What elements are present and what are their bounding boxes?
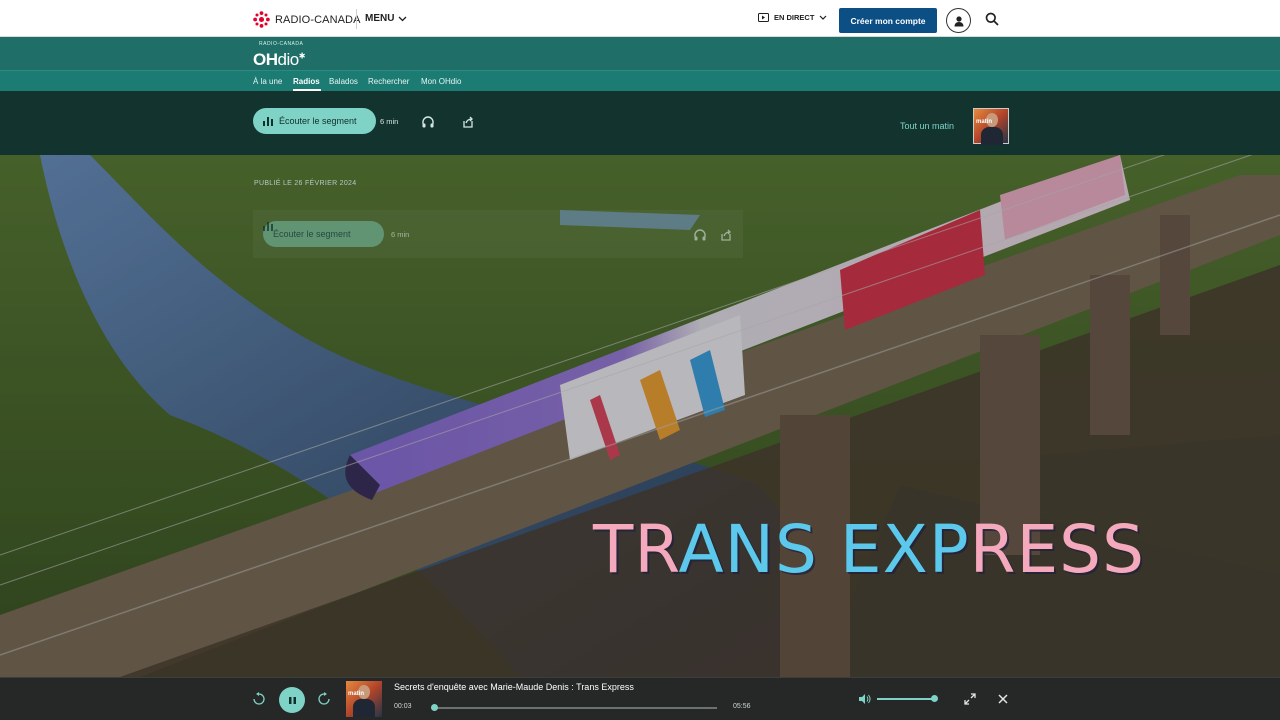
rewind-15-icon[interactable] [252,692,266,706]
segment-duration: 6 min [380,117,399,126]
total-time: 05:56 [733,703,751,710]
top-bar: RADIO-CANADA MENU EN DIRECT Créer mon co… [0,0,1280,37]
show-thumbnail[interactable]: matin [973,108,1009,145]
ohdio-wordmark-bold: OH [253,49,278,69]
volume-handle[interactable] [930,695,938,702]
audio-player: matin Secrets d'enquête avec Marie-Maude… [0,677,1280,720]
player-title: Secrets d'enquête avec Marie-Maude Denis… [394,682,634,692]
audio-bars-icon [263,222,273,231]
nav-item-radios[interactable]: Radios [293,77,320,86]
title-part-3: EXP [839,511,970,588]
ohdio-wordmark: OHdio✱ [253,49,305,69]
listen-segment-button[interactable]: Écouter le segment [253,108,376,134]
search-icon[interactable] [985,12,999,26]
brand-label: RADIO-CANADA [275,13,361,26]
account-button[interactable] [946,8,971,33]
ohdio-wordmark-light: dio [277,49,300,69]
live-tv-icon [758,13,769,22]
ohdio-logo[interactable]: RADIO-CANADA OHdio✱ [253,41,305,70]
volume-slider[interactable] [877,698,937,700]
live-label: EN DIRECT [774,13,815,22]
title-part-2: ANS [678,511,818,588]
host-body [981,127,1003,145]
headphones-icon[interactable] [421,115,435,129]
volume-icon[interactable] [858,693,871,705]
forward-15-icon[interactable] [317,692,331,706]
show-link[interactable]: Tout un matin [900,121,954,131]
chevron-down-icon [398,16,407,21]
segment-bar: Écouter le segment 6 min Tout un matin m… [0,91,1280,155]
progress-bar[interactable] [432,707,717,709]
menu-button[interactable]: MENU [365,13,407,24]
headphones-icon[interactable] [693,228,707,242]
listen-segment-button-secondary[interactable]: Écouter le segment [263,221,384,247]
listen-label-secondary: Écouter le segment [273,229,351,239]
pause-icon [288,696,296,704]
pause-button[interactable] [279,687,305,713]
share-icon[interactable] [461,115,475,129]
progress-handle[interactable] [431,704,439,711]
player-thumb-text: matin [348,691,365,697]
nav-item-rechercher[interactable]: Rechercher [368,77,409,86]
user-icon [954,15,963,26]
expand-icon[interactable] [964,693,976,705]
chevron-down-icon [819,15,827,20]
audio-bars-icon [263,117,273,126]
listen-label: Écouter le segment [279,116,357,126]
thumb-text: matin [976,119,993,125]
ohdio-header: RADIO-CANADA OHdio✱ [0,37,1280,70]
trans-express-title: TRANS EXPRESS [593,510,1145,590]
close-icon[interactable] [997,693,1009,705]
nav-item-balados[interactable]: Balados [329,77,358,86]
live-dropdown[interactable]: EN DIRECT [758,13,827,22]
radio-canada-gem-icon [253,11,270,28]
divider [356,9,357,29]
create-account-button[interactable]: Créer mon compte [839,8,937,33]
published-date: PUBLIÉ LE 26 FÉVRIER 2024 [254,180,357,187]
ohdio-nav: À la une Radios Balados Rechercher Mon O… [0,70,1280,91]
menu-label: MENU [365,13,395,24]
ohdio-small-brand: RADIO-CANADA [259,41,304,47]
title-part-1: TR [593,511,679,588]
radio-canada-logo[interactable]: RADIO-CANADA [253,11,361,28]
hero-image: PUBLIÉ LE 26 FÉVRIER 2024 Écouter le seg… [0,155,1280,677]
segment-duration-secondary: 6 min [391,230,410,239]
page: RADIO-CANADA MENU EN DIRECT Créer mon co… [0,0,1280,720]
title-part-4: RESS [969,511,1145,588]
player-thumbnail[interactable]: matin [346,681,382,717]
current-time: 00:03 [394,703,412,710]
share-icon[interactable] [719,228,733,242]
nav-item-a-la-une[interactable]: À la une [253,77,282,86]
nav-item-mon-ohdio[interactable]: Mon OHdio [421,77,461,86]
host-body [353,699,375,717]
